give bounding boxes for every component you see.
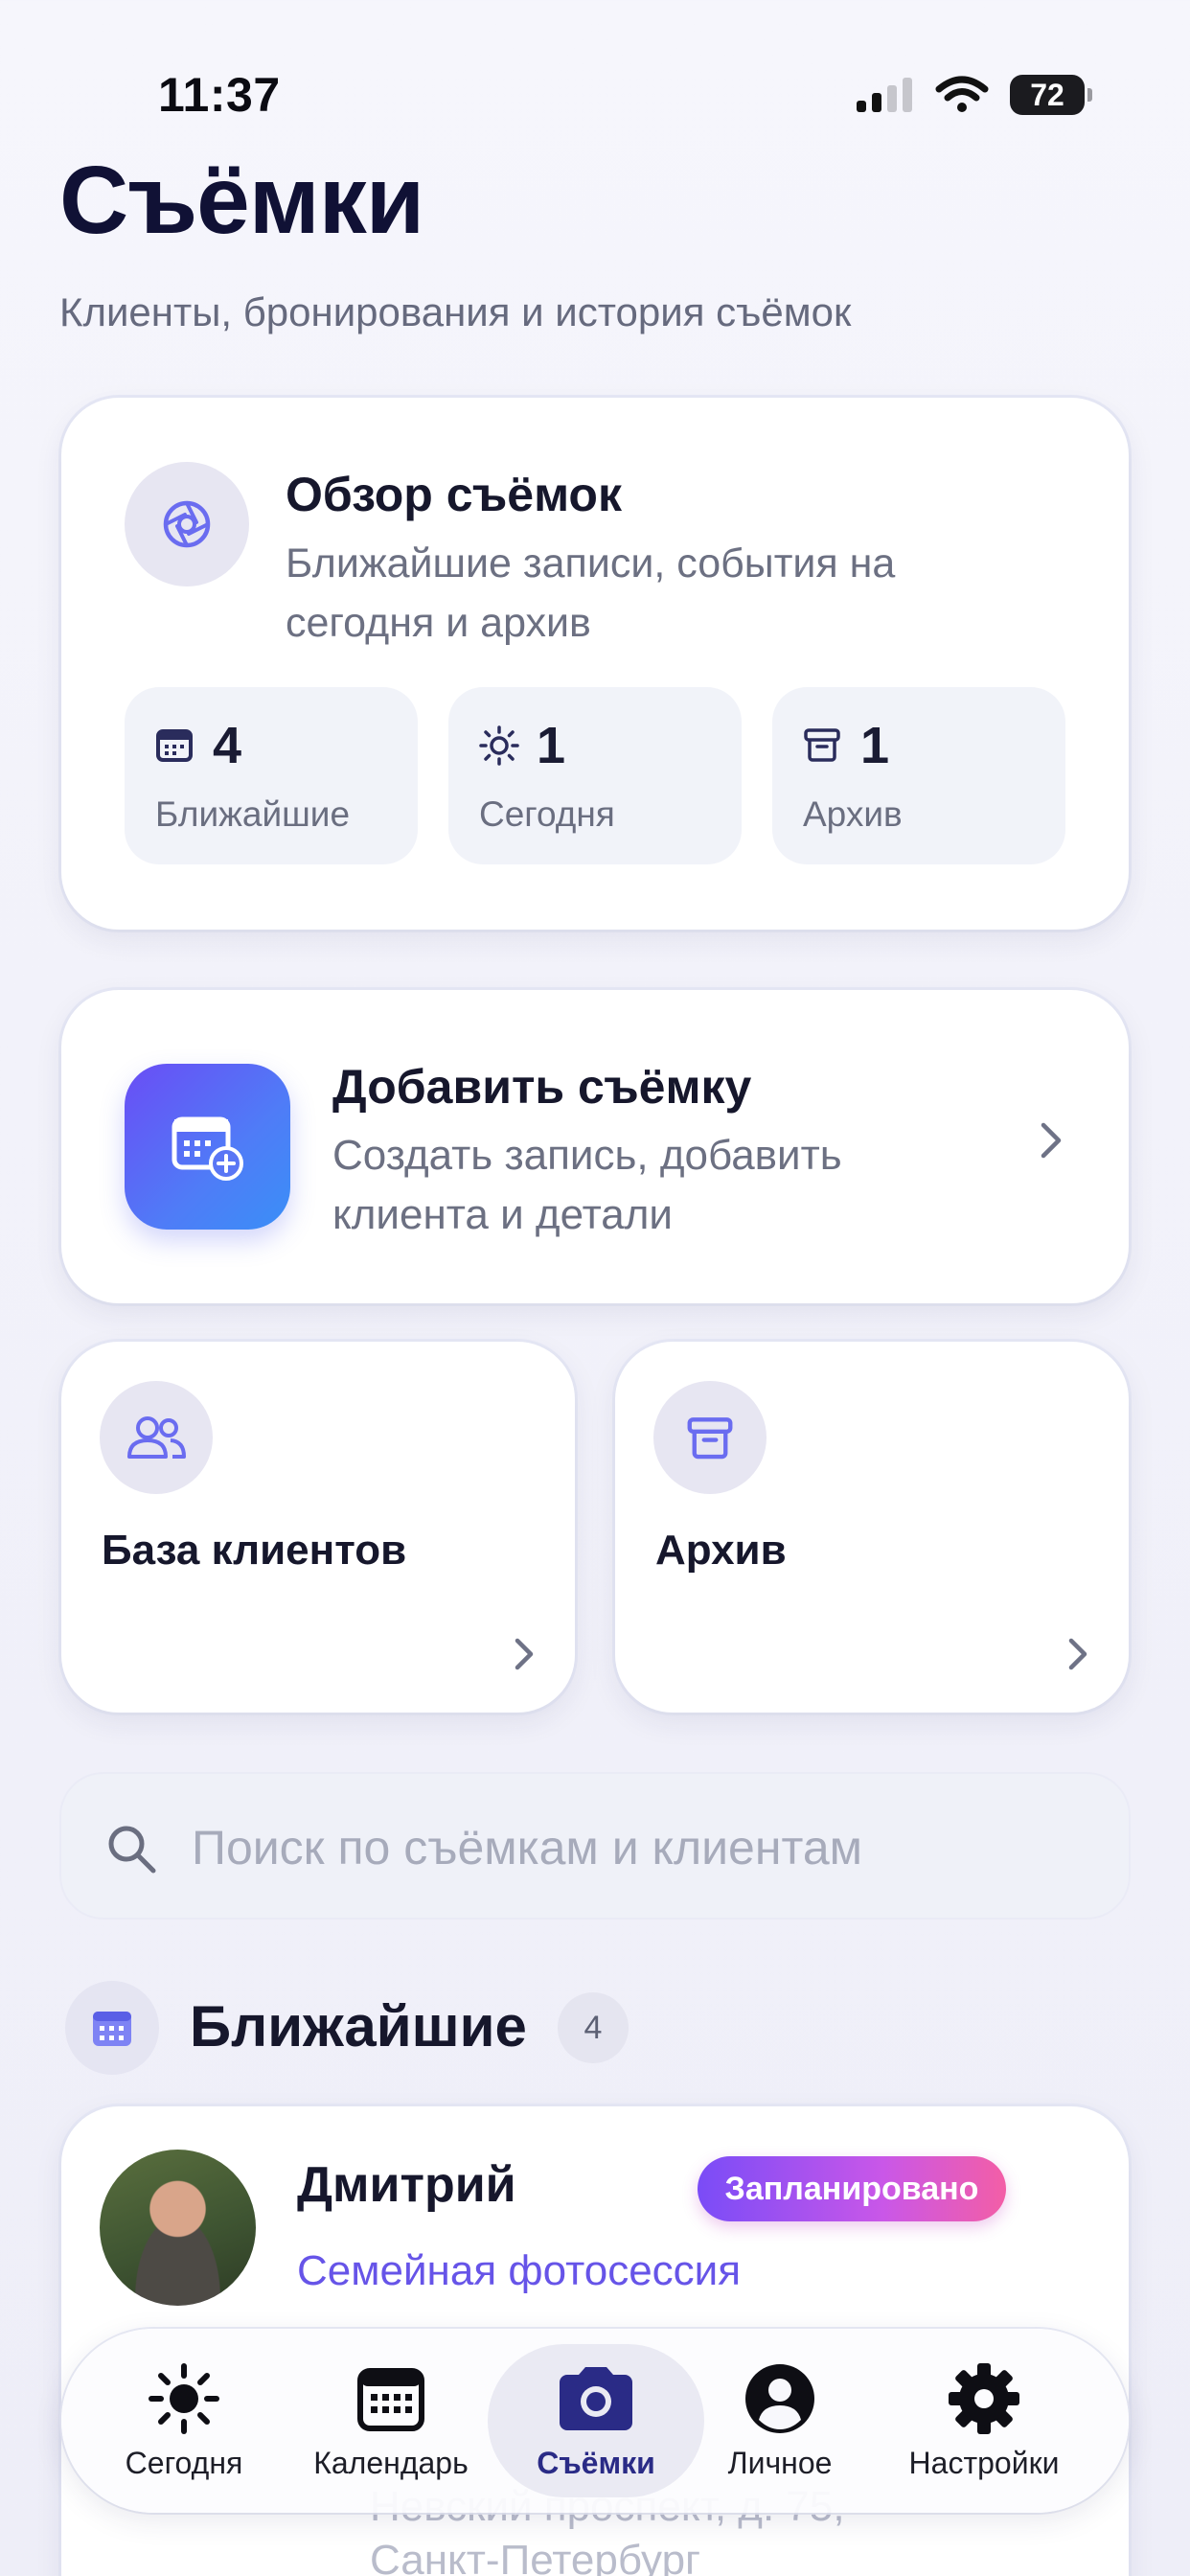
- sun-icon: [146, 2361, 222, 2436]
- stat-value: 1: [537, 717, 566, 774]
- section-title: Ближайшие: [190, 1994, 527, 2058]
- stat-label: Ближайшие: [155, 794, 351, 834]
- stat-value: 1: [860, 717, 890, 774]
- tab-settings[interactable]: Настройки: [893, 2343, 1075, 2498]
- overview-description: Ближайшие записи, события на сегодня и а…: [286, 540, 896, 646]
- search-icon: [105, 1823, 157, 1879]
- archive-tile-label: Архив: [655, 1527, 787, 1574]
- overview-title: Обзор съёмок: [286, 468, 623, 521]
- page-subtitle: Клиенты, бронирования и история съёмок: [59, 289, 852, 334]
- tab-calendar[interactable]: Календарь: [297, 2343, 485, 2498]
- tab-label: Сегодня: [125, 2445, 243, 2480]
- battery-indicator: 72: [1010, 75, 1092, 115]
- calendar-icon: [155, 725, 194, 769]
- aperture-icon: [125, 462, 249, 586]
- chevron-right-icon: [1067, 1637, 1088, 1676]
- count-badge: 4: [558, 1992, 629, 2063]
- clients-tile-label: База клиентов: [102, 1527, 407, 1574]
- cellular-signal-icon: [857, 78, 912, 112]
- stat-today[interactable]: 1 Сегодня: [448, 687, 742, 864]
- camera-icon: [554, 2361, 638, 2436]
- tab-today[interactable]: Сегодня: [103, 2343, 264, 2498]
- archive-icon: [653, 1381, 767, 1494]
- status-icons: 72: [855, 75, 1092, 115]
- client-name: Дмитрий: [297, 2157, 516, 2213]
- stat-upcoming[interactable]: 4 Ближайшие: [125, 687, 418, 864]
- status-badge: Запланировано: [698, 2156, 1006, 2221]
- stat-value: 4: [213, 717, 242, 774]
- avatar: [100, 2150, 256, 2306]
- tab-shoots[interactable]: Съёмки: [508, 2343, 684, 2498]
- gear-icon: [947, 2361, 1021, 2436]
- chevron-right-icon: [514, 1637, 535, 1676]
- calendar-add-icon: [125, 1064, 290, 1230]
- tab-label: Календарь: [313, 2445, 469, 2480]
- wifi-icon: [935, 76, 989, 112]
- tab-label: Настройки: [908, 2445, 1060, 2480]
- tab-label: Съёмки: [537, 2445, 655, 2480]
- status-time: 11:37: [158, 68, 281, 122]
- search-placeholder: Поиск по съёмкам и клиентам: [192, 1821, 862, 1874]
- archive-icon: [803, 725, 841, 769]
- page-title: Съёмки: [59, 147, 424, 254]
- calendar-icon: [65, 1981, 159, 2075]
- shoot-type: Семейная фотосессия: [297, 2247, 742, 2294]
- chevron-right-icon: [1040, 1121, 1063, 1164]
- stat-label: Архив: [803, 794, 903, 834]
- person-icon: [744, 2361, 816, 2436]
- calendar-icon: [356, 2361, 425, 2436]
- stat-label: Сегодня: [479, 794, 615, 834]
- stat-archive[interactable]: 1 Архив: [772, 687, 1065, 864]
- address-line-2: Санкт-Петербург: [370, 2537, 701, 2576]
- add-shoot-description: Создать запись, добавить клиента и детал…: [332, 1132, 842, 1238]
- users-icon: [100, 1381, 213, 1494]
- sun-icon: [479, 725, 519, 770]
- tab-personal[interactable]: Личное: [711, 2343, 849, 2498]
- tab-label: Личное: [727, 2445, 833, 2480]
- add-shoot-title: Добавить съёмку: [332, 1060, 752, 1114]
